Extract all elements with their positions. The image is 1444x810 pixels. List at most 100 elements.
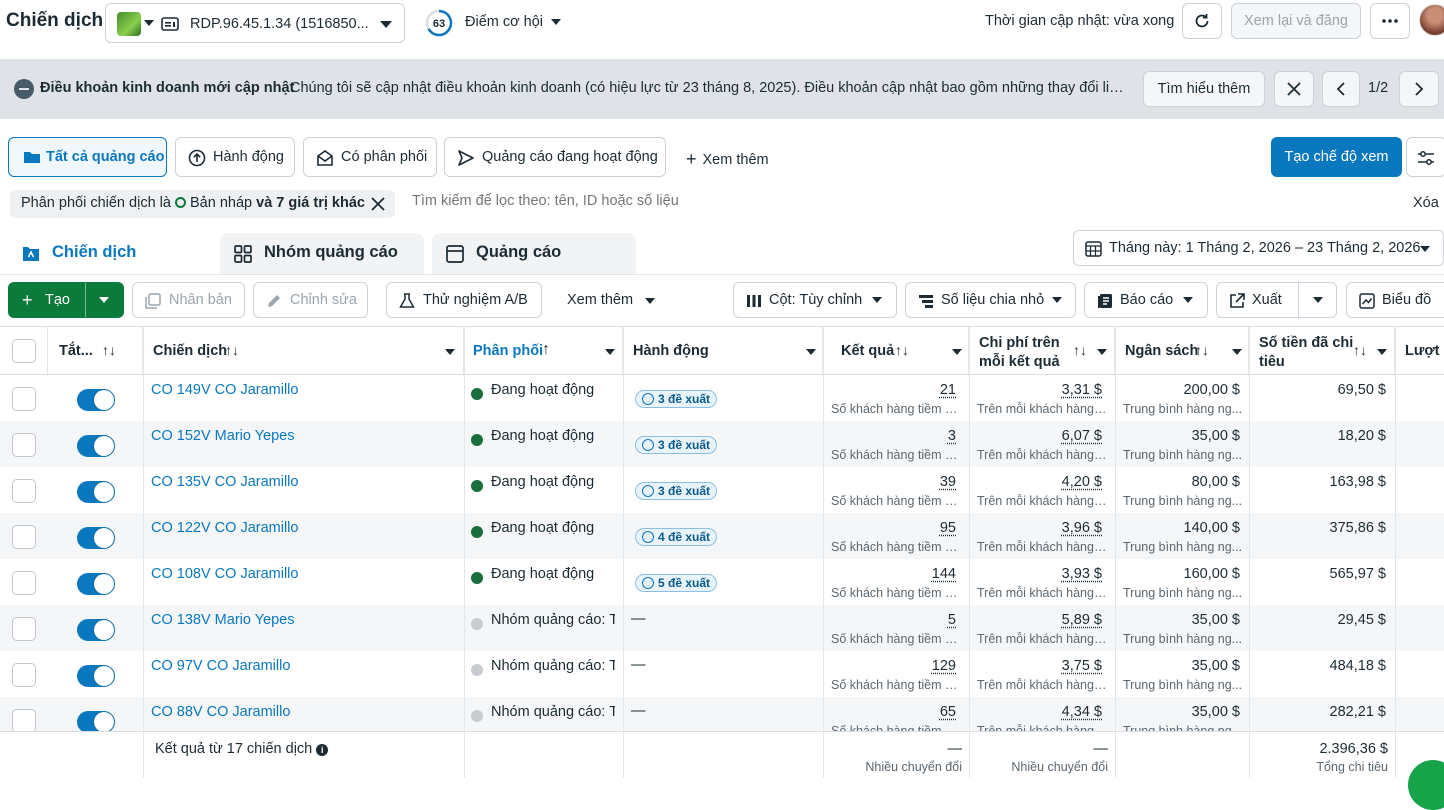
column-header-delivery[interactable]: Phân phối ↑ <box>464 327 623 376</box>
campaign-toggle[interactable] <box>77 481 115 503</box>
view-settings-button[interactable] <box>1406 137 1444 177</box>
cost-per-result-value[interactable]: 4,20 $ <box>1062 474 1102 490</box>
row-checkbox[interactable] <box>12 479 36 503</box>
cost-per-result-value[interactable]: 5,89 $ <box>1062 612 1102 628</box>
chevron-down-icon[interactable] <box>1377 349 1387 355</box>
campaign-name-link[interactable]: CO 108V CO Jaramillo <box>151 566 298 582</box>
recommendations-badge[interactable]: 3 đề xuất <box>635 482 717 500</box>
tab-ads[interactable]: Quảng cáo <box>432 233 636 275</box>
account-selector[interactable]: RDP.96.45.1.34 (1516850... <box>105 3 405 43</box>
column-header-toggle[interactable]: Tắt... ↑↓ <box>48 327 143 376</box>
budget-value[interactable]: 160,00 $ <box>1184 566 1240 582</box>
budget-value[interactable]: 200,00 $ <box>1184 382 1240 398</box>
sort-icon[interactable]: ↑↓ <box>895 342 909 358</box>
budget-value[interactable]: 35,00 $ <box>1192 658 1240 674</box>
results-value[interactable]: 5 <box>948 612 956 628</box>
row-checkbox[interactable] <box>12 709 36 731</box>
chevron-down-icon[interactable] <box>806 349 816 355</box>
review-publish-button[interactable]: Xem lại và đăng <box>1231 3 1361 39</box>
table-row[interactable]: CO 97V CO Jaramillo Nhóm quảng cáo: T — 129… <box>0 651 1444 697</box>
results-value[interactable]: 144 <box>932 566 956 582</box>
info-icon[interactable]: i <box>316 744 328 756</box>
view-all-ads[interactable]: Tất cả quảng cáo <box>8 137 167 177</box>
export-button[interactable]: Xuất <box>1216 282 1337 318</box>
cost-per-result-value[interactable]: 3,96 $ <box>1062 520 1102 536</box>
cost-per-result-value[interactable]: 3,93 $ <box>1062 566 1102 582</box>
cost-per-result-value[interactable]: 6,07 $ <box>1062 428 1102 444</box>
date-range-picker[interactable]: Tháng này: 1 Tháng 2, 2026 – 23 Tháng 2,… <box>1073 230 1444 266</box>
columns-button[interactable]: Cột: Tùy chỉnh <box>733 282 897 318</box>
results-value[interactable]: 21 <box>940 382 956 398</box>
sort-ascending-icon[interactable]: ↑ <box>542 341 550 359</box>
campaign-toggle[interactable] <box>77 435 115 457</box>
campaign-toggle[interactable] <box>77 619 115 641</box>
campaign-name-link[interactable]: CO 138V Mario Yepes <box>151 612 294 628</box>
row-checkbox[interactable] <box>12 617 36 641</box>
campaign-name-link[interactable]: CO 152V Mario Yepes <box>151 428 294 444</box>
table-row[interactable]: CO 122V CO Jaramillo Đang hoạt động 4 đề x… <box>0 513 1444 559</box>
clear-filter-button[interactable]: Xóa <box>1413 195 1439 211</box>
opportunity-score-ring[interactable]: 63 <box>425 9 453 37</box>
campaign-toggle[interactable] <box>77 711 115 731</box>
table-row[interactable]: CO 138V Mario Yepes Nhóm quảng cáo: T — 5 Số… <box>0 605 1444 651</box>
help-bubble[interactable] <box>1408 760 1444 810</box>
edit-button[interactable]: Chỉnh sửa <box>253 282 368 318</box>
table-row[interactable]: CO 135V CO Jaramillo Đang hoạt động 3 đề x… <box>0 467 1444 513</box>
close-icon[interactable] <box>370 196 386 212</box>
search-input[interactable] <box>412 193 1312 209</box>
next-notice-button[interactable] <box>1399 71 1439 107</box>
results-value[interactable]: 3 <box>948 428 956 444</box>
more-options-button[interactable] <box>1370 3 1410 39</box>
sort-icon[interactable]: ↑↓ <box>102 342 116 358</box>
budget-value[interactable]: 80,00 $ <box>1192 474 1240 490</box>
campaign-toggle[interactable] <box>77 665 115 687</box>
table-row[interactable]: CO 88V CO Jaramillo Nhóm quảng cáo: T —65 S… <box>0 697 1444 731</box>
refresh-button[interactable] <box>1182 3 1222 39</box>
cost-per-result-value[interactable]: 3,75 $ <box>1062 658 1102 674</box>
tab-adsets[interactable]: Nhóm quảng cáo <box>220 233 424 275</box>
chevron-down-icon[interactable] <box>99 297 109 303</box>
reports-button[interactable]: Báo cáo <box>1084 282 1208 318</box>
budget-value[interactable]: 35,00 $ <box>1192 612 1240 628</box>
select-all-checkbox[interactable] <box>12 339 36 363</box>
column-header-cost-per-result[interactable]: Chi phí trên mỗi kết quả ↑↓ <box>969 327 1115 376</box>
table-row[interactable]: CO 149V CO Jaramillo Đang hoạt động 3 đề x… <box>0 375 1444 421</box>
cost-per-result-value[interactable]: 4,34 $ <box>1062 704 1102 720</box>
campaign-toggle[interactable] <box>77 389 115 411</box>
budget-value[interactable]: 140,00 $ <box>1184 520 1240 536</box>
results-value[interactable]: 39 <box>940 474 956 490</box>
chevron-down-icon[interactable] <box>605 349 615 355</box>
view-has-delivery[interactable]: Có phân phối <box>303 137 437 177</box>
recommendations-badge[interactable]: 3 đề xuất <box>635 436 717 454</box>
chevron-down-icon[interactable] <box>551 19 561 25</box>
column-header-amount-spent[interactable]: Số tiền đã chi tiêu ↑↓ <box>1249 327 1395 376</box>
chevron-down-icon[interactable] <box>445 349 455 355</box>
create-button[interactable]: + Tạo <box>8 282 124 318</box>
filter-chip[interactable]: Phân phối chiến dịch là Bản nháp và 7 gi… <box>10 190 395 218</box>
learn-more-button[interactable]: Tìm hiểu thêm <box>1143 71 1265 107</box>
tab-campaigns[interactable]: Chiến dịch <box>8 233 212 275</box>
row-checkbox[interactable] <box>12 571 36 595</box>
chevron-down-icon[interactable] <box>1232 349 1242 355</box>
cost-per-result-value[interactable]: 3,31 $ <box>1062 382 1102 398</box>
close-notice-button[interactable] <box>1274 71 1314 107</box>
row-checkbox[interactable] <box>12 433 36 457</box>
campaign-name-link[interactable]: CO 122V CO Jaramillo <box>151 520 298 536</box>
sort-icon[interactable]: ↑↓ <box>1353 342 1367 358</box>
see-more-tools-button[interactable]: Xem thêm <box>567 292 633 308</box>
recommendations-badge[interactable]: 3 đề xuất <box>635 390 717 408</box>
results-value[interactable]: 65 <box>940 704 956 720</box>
campaign-toggle[interactable] <box>77 527 115 549</box>
budget-value[interactable]: 35,00 $ <box>1192 428 1240 444</box>
charts-button[interactable]: Biểu đồ <box>1346 282 1444 318</box>
row-checkbox[interactable] <box>12 387 36 411</box>
chevron-down-icon[interactable] <box>1313 297 1323 303</box>
campaign-name-link[interactable]: CO 88V CO Jaramillo <box>151 704 290 720</box>
table-row[interactable]: CO 152V Mario Yepes Đang hoạt động 3 đề xu… <box>0 421 1444 467</box>
recommendations-badge[interactable]: 4 đề xuất <box>635 528 717 546</box>
ab-test-button[interactable]: Thử nghiệm A/B <box>386 282 542 318</box>
chevron-down-icon[interactable] <box>952 349 962 355</box>
column-header-campaign[interactable]: Chiến dịch ↑↓ <box>143 327 464 376</box>
campaign-name-link[interactable]: CO 135V CO Jaramillo <box>151 474 298 490</box>
row-checkbox[interactable] <box>12 663 36 687</box>
